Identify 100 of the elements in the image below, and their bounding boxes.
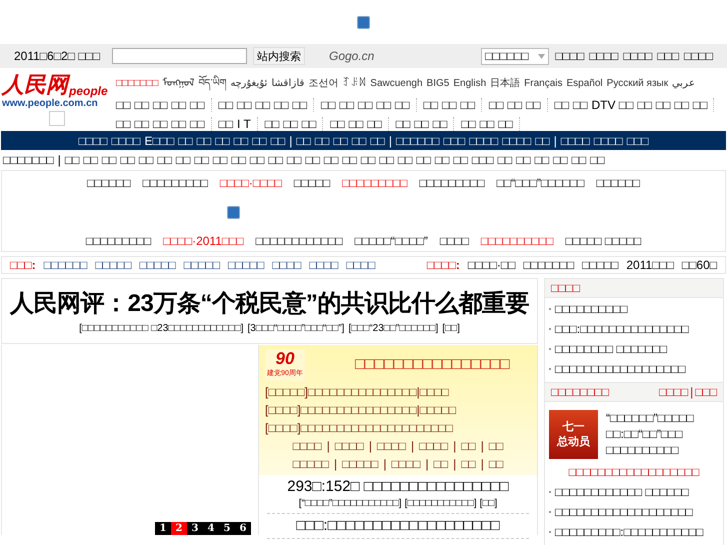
channel-link[interactable]: □□ (172, 117, 186, 132)
promo-link[interactable]: □□□□□“□□□□” (354, 234, 428, 248)
topic-link[interactable]: □□ (434, 456, 448, 471)
hot-link[interactable]: □□□□□ (140, 258, 176, 272)
feature-text[interactable]: “□□□□□□”□□□□□ □□:□□“□□”□□□ □□□□□□□□□□ (606, 410, 716, 459)
region-link[interactable]: □□ (231, 153, 246, 168)
channel-link[interactable]: □□ (283, 117, 298, 132)
channel-link[interactable]: □□ (489, 98, 504, 112)
news-link[interactable]: □□□□□□□□□□□□ □□□□□□ (549, 484, 719, 499)
header-link[interactable]: □□□ (695, 384, 717, 399)
channel-link[interactable]: □□ (376, 98, 391, 112)
dropdown-select[interactable]: □□□□□□ (481, 48, 550, 65)
promo-link[interactable]: □□□□□□ (87, 176, 131, 190)
nav-link[interactable]: □□ (270, 134, 286, 148)
language-link[interactable]: 조선어 (308, 77, 338, 92)
channel-link[interactable]: □□ (480, 117, 494, 132)
channel-link[interactable]: □□ (218, 98, 233, 112)
search-field[interactable] (112, 48, 247, 64)
related-link[interactable]: [□□□□□□□□□□□] (404, 498, 477, 509)
region-link[interactable]: □□ (360, 153, 376, 168)
region-link[interactable]: □□ (286, 153, 302, 168)
channel-link[interactable]: □□ (330, 117, 345, 132)
hot-link[interactable]: □□□□ (346, 258, 376, 272)
promo-link[interactable]: □□□□□□ (596, 176, 640, 190)
nav-link[interactable]: □□□□ (78, 134, 108, 148)
region-link[interactable]: □□ (534, 153, 550, 168)
trending-link[interactable]: □□□□□ (582, 258, 618, 272)
related-link[interactable]: [“□□□□”□□□□□□□□□□□] (298, 498, 402, 509)
channel-link[interactable]: □□ (692, 98, 708, 112)
channel-link[interactable]: □□ (274, 98, 288, 112)
header-link[interactable]: □□□□ (659, 384, 688, 399)
promo-link[interactable]: □□□□□□□□□□ (480, 234, 554, 248)
utility-link[interactable]: □□□ (657, 49, 679, 64)
channel-link[interactable]: □□ (116, 117, 130, 132)
hot-link[interactable]: □□□□□ (184, 258, 220, 272)
promo-link[interactable]: □□□□ (440, 234, 469, 248)
nav-link[interactable]: E□□□ (144, 134, 174, 148)
hot-link[interactable]: □□□□□ (95, 258, 132, 272)
region-link[interactable]: □□ (342, 153, 357, 168)
news-link[interactable]: □□□:□□□□□□□□□□□□□□□ (549, 322, 719, 336)
news-link[interactable]: [□□□□]□□□□□□□□□□□□□□□□□□□□□ (265, 420, 531, 435)
channel-link[interactable]: □□ (153, 98, 168, 112)
channel-link[interactable]: □□ (367, 117, 382, 132)
language-link[interactable]: English (453, 77, 486, 92)
region-link[interactable]: □□ (268, 153, 283, 168)
channel-link[interactable]: □□ (153, 117, 168, 132)
language-link[interactable]: □□□□□□□ (116, 77, 158, 92)
region-link[interactable]: □□□ (472, 153, 494, 168)
news-link[interactable]: □□□□□□□□□□ (549, 302, 719, 316)
channel-link[interactable]: □□ (637, 98, 652, 112)
region-link[interactable]: □□ (194, 153, 209, 168)
channel-link[interactable]: I T (237, 117, 251, 132)
region-link[interactable]: □□ (398, 153, 412, 168)
region-link[interactable]: □□ (64, 153, 80, 168)
topic-link[interactable]: □□□□ (334, 438, 364, 453)
utility-link[interactable]: □□□□ (589, 49, 618, 64)
nav-link[interactable]: □□ (314, 134, 330, 148)
related-link[interactable]: [3□□□“□□□□”□□□“□□”] (248, 323, 344, 334)
channel-link[interactable]: □□ (302, 117, 316, 132)
news-link[interactable]: [□□□□]□□□□□□□□□□□□□□□□|□□□□□ (265, 402, 531, 417)
channel-link[interactable]: □□ (526, 98, 540, 112)
promo-link[interactable]: □□□□□□□□□□□□ (256, 234, 343, 248)
region-link[interactable]: □□ (498, 153, 512, 168)
channel-link[interactable]: □□ (460, 98, 475, 112)
channel-link[interactable]: □□ (134, 117, 149, 132)
topic-link[interactable]: □□ (461, 456, 476, 471)
news-link[interactable]: [□□□□□]□□□□□□□□□□□□□□□|□□□□ (265, 384, 531, 399)
related-link[interactable]: [□□□□□□□□□□□ □23□□□□□□□□□□□□] (79, 323, 244, 334)
region-link[interactable]: □□ (138, 153, 154, 168)
nav-link[interactable]: □□ (333, 134, 348, 148)
language-link[interactable]: བོད་ཡིག (198, 77, 226, 92)
topic-link[interactable]: □□□□ (376, 438, 406, 453)
channel-link[interactable]: □□ (674, 98, 689, 112)
channel-link[interactable]: □□ (396, 117, 410, 132)
channel-link[interactable]: □□ (348, 117, 364, 132)
nav-link[interactable]: □□□□ (502, 134, 532, 148)
channel-link[interactable]: □□ (237, 98, 252, 112)
region-link[interactable]: □□ (553, 153, 568, 168)
hot-link[interactable]: □□□□ (309, 258, 338, 272)
region-link[interactable]: □□ (434, 153, 450, 168)
channel-link[interactable]: □□ (256, 98, 270, 112)
region-link[interactable]: □□ (102, 153, 116, 168)
region-link[interactable]: □□ (379, 153, 394, 168)
channel-link[interactable]: □□ (292, 98, 307, 112)
region-link[interactable]: □□ (176, 153, 190, 168)
news-headline[interactable]: 293□:152□ □□□□□□□□□□□□□□□□ (287, 478, 509, 495)
trending-link[interactable]: □□□□·□□ (468, 258, 516, 272)
channel-link[interactable]: □□ (190, 117, 204, 132)
promo-link[interactable]: □□“□□□”□□□□□□ (496, 176, 584, 190)
channel-link[interactable]: □□ (358, 98, 372, 112)
page-button[interactable]: 2 (171, 522, 187, 535)
feature-link[interactable]: □□□□□□□□□□□□□□□□□□ (549, 464, 719, 479)
page-button[interactable]: 4 (203, 522, 219, 535)
region-link[interactable]: □□ (157, 153, 172, 168)
region-link[interactable]: □□ (516, 153, 531, 168)
trending-link[interactable]: □□60□ (682, 258, 717, 272)
region-link[interactable]: □□ (83, 153, 98, 168)
language-link[interactable]: ꆈꌠꉙ (342, 77, 366, 92)
topic-link[interactable]: □□□□□ (292, 456, 329, 471)
channel-link[interactable]: □□ (264, 117, 280, 132)
